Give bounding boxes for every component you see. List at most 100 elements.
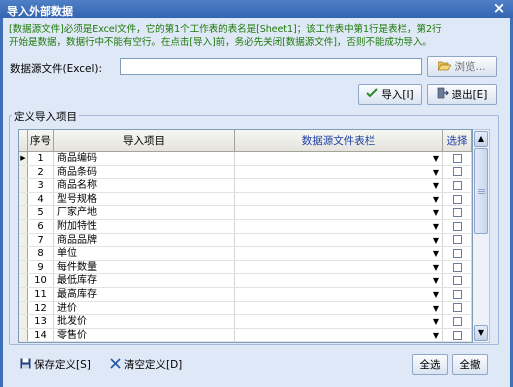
row-source-column-select[interactable]: ▼ — [235, 274, 443, 287]
scroll-down-button[interactable]: ▼ — [474, 325, 488, 341]
row-indicator — [19, 219, 28, 233]
row-import-item: 型号规格 — [54, 192, 235, 206]
source-file-label: 数据源文件(Excel): — [10, 63, 103, 75]
row-select-cell — [443, 260, 472, 274]
row-number: 2 — [28, 165, 54, 179]
row-source-column-select[interactable]: ▼ — [235, 192, 443, 206]
row-source-column-select[interactable]: ▼ — [235, 179, 443, 192]
row-source-column-select[interactable]: ▼ — [235, 219, 443, 233]
table-row[interactable]: 9 每件数量 ▼ — [19, 260, 472, 275]
row-source-column-select[interactable]: ▼ — [235, 287, 443, 301]
row-select-checkbox[interactable] — [452, 167, 462, 177]
dropdown-arrow-icon[interactable]: ▼ — [433, 274, 439, 287]
row-indicator — [19, 179, 28, 192]
thumb-grip-line — [478, 191, 485, 192]
dropdown-arrow-icon[interactable]: ▼ — [433, 206, 439, 219]
row-select-checkbox[interactable] — [452, 289, 462, 299]
thumb-grip-line — [478, 193, 485, 194]
grid-header-select[interactable]: 选择 — [443, 130, 472, 151]
row-select-checkbox[interactable] — [452, 276, 462, 286]
table-row[interactable]: 7 商品品牌 ▼ — [19, 233, 472, 248]
dropdown-arrow-icon[interactable]: ▼ — [433, 220, 439, 233]
window-title: 导入外部数据 — [7, 5, 73, 18]
dropdown-arrow-icon[interactable]: ▼ — [433, 315, 439, 328]
row-import-item: 商品编码 — [54, 152, 235, 165]
grid-header-no[interactable]: 序号 — [28, 130, 54, 151]
row-source-column-select[interactable]: ▼ — [235, 247, 443, 260]
scroll-up-button[interactable]: ▲ — [474, 131, 488, 147]
browse-button[interactable]: 浏览... — [427, 56, 497, 77]
row-import-item: 附加特性 — [54, 219, 235, 233]
grid-header-item[interactable]: 导入项目 — [54, 130, 235, 151]
exit-button[interactable]: 退出[E] — [427, 84, 497, 105]
grid-header-source-column[interactable]: 数据源文件表栏 — [235, 130, 443, 151]
table-row[interactable]: 8 单位 ▼ — [19, 247, 472, 261]
row-select-checkbox[interactable] — [452, 180, 462, 190]
row-source-column-select[interactable]: ▼ — [235, 206, 443, 219]
row-import-item: 最高库存 — [54, 287, 235, 301]
table-row[interactable]: 6 附加特性 ▼ — [19, 219, 472, 234]
cancel-all-button[interactable]: 全撤 — [452, 354, 488, 375]
row-select-cell — [443, 219, 472, 233]
row-select-checkbox[interactable] — [452, 208, 462, 218]
clear-definition-button[interactable]: 清空定义[D] — [110, 357, 182, 372]
row-number: 5 — [28, 206, 54, 219]
select-all-button[interactable]: 全选 — [412, 354, 448, 375]
row-number: 13 — [28, 315, 54, 328]
row-select-checkbox[interactable] — [452, 330, 462, 340]
row-select-checkbox[interactable] — [452, 194, 462, 204]
row-select-checkbox[interactable] — [452, 221, 462, 231]
row-select-cell — [443, 152, 472, 165]
dropdown-arrow-icon[interactable]: ▼ — [433, 179, 439, 192]
dropdown-arrow-icon[interactable]: ▼ — [433, 302, 439, 315]
dropdown-arrow-icon[interactable]: ▼ — [433, 234, 439, 247]
scroll-thumb[interactable] — [474, 148, 488, 234]
row-select-checkbox[interactable] — [452, 262, 462, 272]
import-button[interactable]: 导入[I] — [358, 84, 422, 105]
row-indicator — [19, 315, 28, 328]
dropdown-arrow-icon[interactable]: ▼ — [433, 166, 439, 179]
row-source-column-select[interactable]: ▼ — [235, 152, 443, 165]
dropdown-arrow-icon[interactable]: ▼ — [433, 329, 439, 342]
close-button[interactable]: × — [492, 0, 506, 18]
dropdown-arrow-icon[interactable]: ▼ — [433, 288, 439, 301]
row-select-checkbox[interactable] — [452, 248, 462, 258]
row-select-checkbox[interactable] — [452, 235, 462, 245]
save-definition-button[interactable]: 保存定义[S] — [20, 357, 91, 372]
table-row[interactable]: 2 商品条码 ▼ — [19, 165, 472, 180]
table-row[interactable]: ▶ 1 商品编码 ▼ — [19, 152, 472, 166]
table-row[interactable]: 5 厂家产地 ▼ — [19, 206, 472, 220]
grid-vertical-scrollbar[interactable]: ▲ ▼ — [473, 129, 490, 343]
row-import-item: 单位 — [54, 247, 235, 260]
row-select-checkbox[interactable] — [452, 153, 462, 163]
row-source-column-select[interactable]: ▼ — [235, 328, 443, 342]
dropdown-arrow-icon[interactable]: ▼ — [433, 193, 439, 206]
row-select-cell — [443, 328, 472, 342]
row-select-checkbox[interactable] — [452, 316, 462, 326]
table-row[interactable]: 3 商品名称 ▼ — [19, 179, 472, 193]
row-source-column-select[interactable]: ▼ — [235, 260, 443, 274]
row-indicator — [19, 301, 28, 315]
dropdown-arrow-icon[interactable]: ▼ — [433, 261, 439, 274]
table-row[interactable]: 11 最高库存 ▼ — [19, 287, 472, 302]
table-row[interactable]: 12 进价 ▼ — [19, 301, 472, 316]
dropdown-arrow-icon[interactable]: ▼ — [433, 152, 439, 165]
dropdown-arrow-icon[interactable]: ▼ — [433, 247, 439, 260]
row-source-column-select[interactable]: ▼ — [235, 233, 443, 247]
row-select-cell — [443, 287, 472, 301]
source-file-input[interactable] — [120, 58, 422, 75]
row-import-item: 厂家产地 — [54, 206, 235, 219]
row-import-item: 每件数量 — [54, 260, 235, 274]
row-source-column-select[interactable]: ▼ — [235, 315, 443, 328]
table-row[interactable]: 4 型号规格 ▼ — [19, 192, 472, 207]
import-items-group-title: 定义导入项目 — [12, 109, 79, 124]
row-number: 6 — [28, 219, 54, 233]
table-row[interactable]: 14 零售价 ▼ — [19, 328, 472, 342]
row-source-column-select[interactable]: ▼ — [235, 165, 443, 179]
row-select-checkbox[interactable] — [452, 303, 462, 313]
table-row[interactable]: 13 批发价 ▼ — [19, 315, 472, 329]
floppy-disk-icon — [20, 358, 31, 372]
thumb-grip-line — [478, 189, 485, 190]
table-row[interactable]: 10 最低库存 ▼ — [19, 274, 472, 288]
row-source-column-select[interactable]: ▼ — [235, 301, 443, 315]
